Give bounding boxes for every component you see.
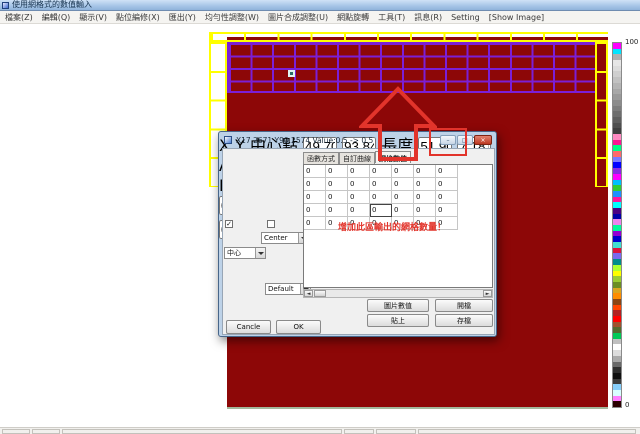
grid-cell[interactable]: 0 [348, 178, 370, 191]
chevron-down-icon [255, 248, 265, 258]
menu-view[interactable]: 顯示(V) [79, 12, 107, 23]
grid-cell[interactable]: 0 [370, 165, 392, 178]
grid-cell[interactable]: 0 [326, 165, 348, 178]
menu-point-edit[interactable]: 點位編修(X) [116, 12, 160, 23]
grid-cell[interactable]: 0 [436, 178, 458, 191]
grid-cell[interactable]: 0 [392, 165, 414, 178]
menu-uniformity[interactable]: 均勻性調整(W) [205, 12, 259, 23]
enabled-checkbox[interactable]: ✓ [225, 220, 233, 228]
base-mode-select[interactable]: Center [261, 232, 309, 244]
menu-export[interactable]: 匯出(Y) [169, 12, 196, 23]
grid-cell[interactable]: 0 [348, 191, 370, 204]
yellow-grid-top [209, 32, 608, 42]
grid-angle-mode-value: Default [268, 285, 294, 293]
grid-cell[interactable]: 0 [392, 191, 414, 204]
status-pane [62, 429, 342, 434]
dialog-title: X17.2671 Y90.2574 Value:0.5 -> 0.5 [236, 136, 373, 145]
grid-cell[interactable]: 0 [414, 191, 436, 204]
grid-cell[interactable]: 0 [414, 165, 436, 178]
grid-cell[interactable]: 0 [348, 204, 370, 217]
menu-show-image[interactable]: [Show Image] [489, 13, 544, 22]
grid-cell[interactable]: 0 [348, 165, 370, 178]
status-pane [344, 429, 374, 434]
close-icon[interactable]: × [474, 135, 492, 145]
status-pane [376, 429, 416, 434]
status-bar [0, 427, 640, 434]
menu-tools[interactable]: 工具(T) [378, 12, 405, 23]
grid-cell[interactable]: 0 [326, 178, 348, 191]
grid-cell[interactable]: 0 [392, 178, 414, 191]
color-scale[interactable] [612, 42, 622, 408]
menu-bar: 檔案(Z) 編輯(Q) 顯示(V) 點位編修(X) 匯出(Y) 均勻性調整(W)… [0, 11, 640, 24]
scroll-right-icon[interactable]: ► [483, 290, 492, 297]
cancel-button[interactable]: Cancle [226, 320, 271, 334]
scrollbar-thumb[interactable] [314, 290, 326, 297]
grid-cell[interactable]: 0 [414, 204, 436, 217]
status-pane [2, 429, 30, 434]
grid-cell[interactable]: 0 [436, 165, 458, 178]
grid-cell[interactable]: 0 [326, 191, 348, 204]
selected-point-marker[interactable] [288, 70, 295, 77]
scale-max-label: 100 [625, 38, 638, 46]
window-titlebar[interactable]: 使用網格式的數值輸入 [0, 0, 640, 11]
grid-cell[interactable]: 0 [304, 165, 326, 178]
grid-cell[interactable]: 0 [304, 217, 326, 230]
tab-function-mode[interactable]: 函數方式 [303, 152, 339, 164]
grid-cell[interactable]: 0 [304, 191, 326, 204]
menu-setting[interactable]: Setting [451, 13, 480, 22]
save-file-button[interactable]: 存檔 [435, 314, 493, 327]
scale-min-label: 0 [625, 401, 629, 409]
menu-message[interactable]: 訊息(R) [414, 12, 442, 23]
window-title: 使用網格式的數值輸入 [12, 0, 92, 10]
up-arrow-annotation [359, 86, 437, 162]
base-mode-value: Center [264, 234, 288, 242]
grid-cell[interactable]: 0 [326, 204, 348, 217]
horizontal-scrollbar[interactable]: ◄ ► [303, 289, 493, 298]
grid-cell[interactable]: 0 [436, 191, 458, 204]
grid-cell[interactable]: 0 [414, 178, 436, 191]
anchor-value: 中心 [227, 248, 241, 258]
ok-button[interactable]: OK [276, 320, 321, 334]
open-file-button[interactable]: 開檔 [435, 299, 493, 312]
menu-image-compose[interactable]: 圖片合成調整(U) [268, 12, 328, 23]
menu-file[interactable]: 檔案(Z) [5, 12, 33, 23]
paste-button[interactable]: 貼上 [367, 314, 429, 327]
palette-segment [613, 401, 621, 407]
scroll-left-icon[interactable]: ◄ [304, 290, 313, 297]
status-pane [32, 429, 60, 434]
grid-cell[interactable]: 0 [370, 191, 392, 204]
grid-cell[interactable]: 0 [370, 204, 392, 217]
grid-cell[interactable]: 0 [304, 178, 326, 191]
grid-cell[interactable]: 0 [392, 204, 414, 217]
grid-cell[interactable]: 0 [370, 178, 392, 191]
yellow-grid-right [595, 42, 608, 187]
menu-edit[interactable]: 編輯(Q) [42, 12, 71, 23]
grid-cell[interactable]: 0 [304, 204, 326, 217]
highlight-rectangle-annotation [429, 128, 467, 156]
anchor-select[interactable]: 中心 [224, 247, 266, 259]
erase-dots-checkbox[interactable] [267, 220, 275, 228]
image-values-button[interactable]: 圖片數值 [367, 299, 429, 312]
grid-value-dialog: X17.2671 Y90.2574 Value:0.5 -> 0.5 – □ ×… [218, 131, 497, 337]
annotation-note: 增加此區輸出的網格數量！ [338, 220, 446, 233]
dialog-icon [224, 136, 232, 144]
menu-dot-rotate[interactable]: 網點旋轉 [337, 12, 369, 23]
grid-cell[interactable]: 0 [436, 204, 458, 217]
status-pane [418, 429, 636, 434]
app-icon [2, 2, 9, 9]
